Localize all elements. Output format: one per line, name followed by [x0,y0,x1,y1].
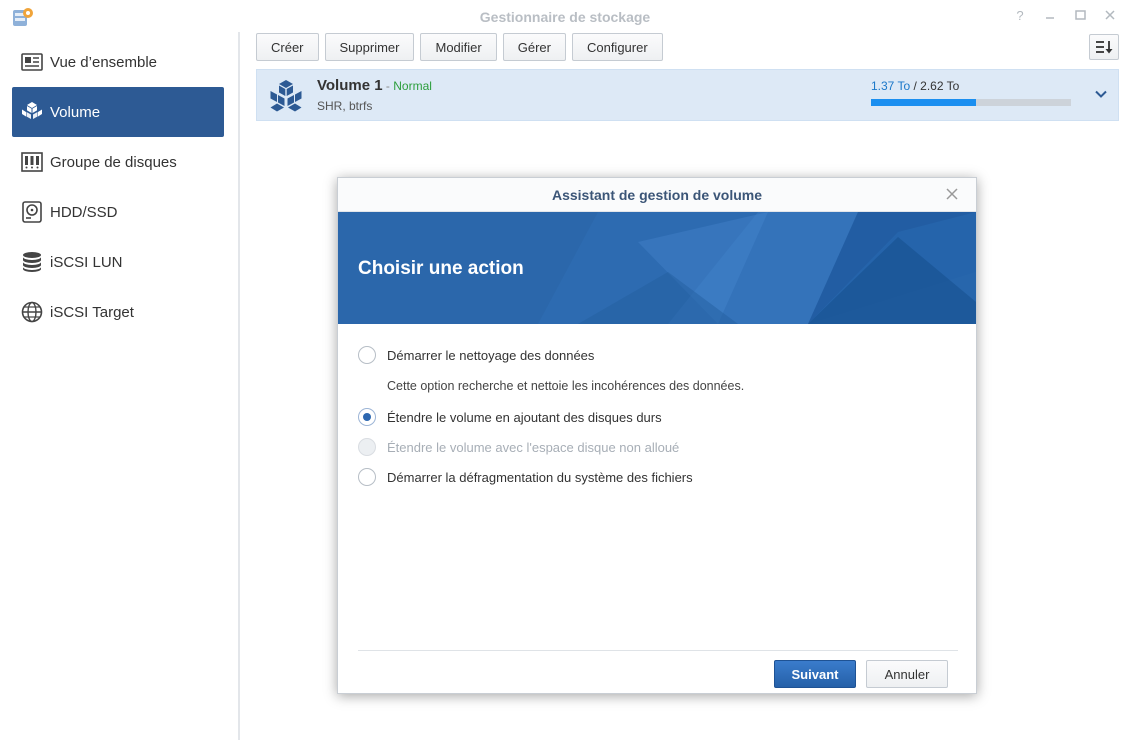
chevron-down-icon[interactable] [1093,86,1109,102]
option-description: Cette option recherche et nettoie les in… [387,379,745,393]
next-button[interactable]: Suivant [774,660,856,688]
option-defragment[interactable]: Démarrer la défragmentation du système d… [358,462,958,492]
volume-list-item[interactable]: Volume 1 - Normal SHR, btrfs 1.37 To / 2… [256,69,1119,121]
sort-button[interactable] [1089,34,1119,60]
sidebar-item-hdd-ssd[interactable]: HDD/SSD [12,187,224,237]
close-icon[interactable] [1102,6,1118,24]
delete-button[interactable]: Supprimer [324,33,415,61]
sidebar-item-iscsi-target[interactable]: iSCSI Target [12,287,224,337]
volume-separator: - [382,79,394,93]
dialog-title: Assistant de gestion de volume [338,178,976,212]
usage-bar [871,99,1071,106]
sidebar-item-label: iSCSI Target [50,303,134,321]
disk-group-icon [20,150,44,174]
dialog-footer-divider [358,650,958,651]
sidebar-item-volume[interactable]: Volume [12,87,224,137]
volume-status: Normal [393,79,432,93]
manage-button[interactable]: Gérer [502,33,566,61]
sidebar-item-label: Vue d’ensemble [50,53,158,71]
sidebar-item-label: Volume [50,103,101,121]
title-bar: Gestionnaire de stockage ? [0,0,1130,32]
volume-title: Volume 1 - Normal [317,77,432,94]
database-icon [20,250,44,274]
usage-separator: / [910,79,921,93]
edit-button[interactable]: Modifier [420,33,497,61]
sidebar-item-label: HDD/SSD [50,203,118,221]
volume-used: 1.37 To [871,79,911,93]
volume-subtitle: SHR, btrfs [317,99,373,113]
option-expand-unallocated: Étendre le volume avec l'espace disque n… [358,432,958,462]
window-title: Gestionnaire de stockage [479,9,651,25]
usage-bar-fill [871,99,976,106]
option-label: Étendre le volume en ajoutant des disque… [387,409,662,425]
toolbar: Créer Supprimer Modifier Gérer Configure… [256,33,663,61]
radio-button-disabled [358,438,376,456]
create-button[interactable]: Créer [256,33,319,61]
option-expand-add-disks[interactable]: Étendre le volume en ajoutant des disque… [358,402,958,432]
radio-button[interactable] [358,346,376,364]
sidebar-item-overview[interactable]: Vue d’ensemble [12,37,224,87]
action-options: Démarrer le nettoyage des données Cette … [358,340,958,492]
minimize-icon[interactable] [1042,6,1058,24]
hdd-icon [20,200,44,224]
cancel-button[interactable]: Annuler [866,660,948,688]
volume-cubes-icon [270,80,302,112]
option-data-scrubbing[interactable]: Démarrer le nettoyage des données [358,340,958,370]
overview-icon [20,50,44,74]
volume-usage: 1.37 To / 2.62 To [871,79,959,93]
option-label: Démarrer le nettoyage des données [387,347,595,363]
sidebar-item-label: Groupe de disques [50,153,177,171]
option-label: Étendre le volume avec l'espace disque n… [387,439,680,455]
configure-button[interactable]: Configurer [571,33,663,61]
globe-icon [20,300,44,324]
help-icon[interactable]: ? [1012,6,1028,24]
radio-button[interactable] [358,468,376,486]
radio-button-selected[interactable] [358,408,376,426]
volume-cubes-icon [20,100,44,124]
sidebar-item-iscsi-lun[interactable]: iSCSI LUN [12,237,224,287]
maximize-icon[interactable] [1072,6,1088,24]
sort-icon [1096,41,1113,54]
volume-name: Volume 1 [317,77,383,94]
dialog-heading: Choisir une action [358,258,524,279]
option-label: Démarrer la défragmentation du système d… [387,469,693,485]
volume-total: 2.62 To [920,79,960,93]
sidebar-divider [238,32,240,740]
sidebar: Vue d’ensemble Volume Groupe de disques … [0,32,238,740]
dialog-banner: Choisir une action [338,212,976,324]
volume-wizard-dialog: Assistant de gestion de volume Choisir u… [337,177,977,694]
sidebar-item-label: iSCSI LUN [50,253,123,271]
sidebar-item-disk-group[interactable]: Groupe de disques [12,137,224,187]
dialog-close-icon[interactable] [944,186,960,202]
